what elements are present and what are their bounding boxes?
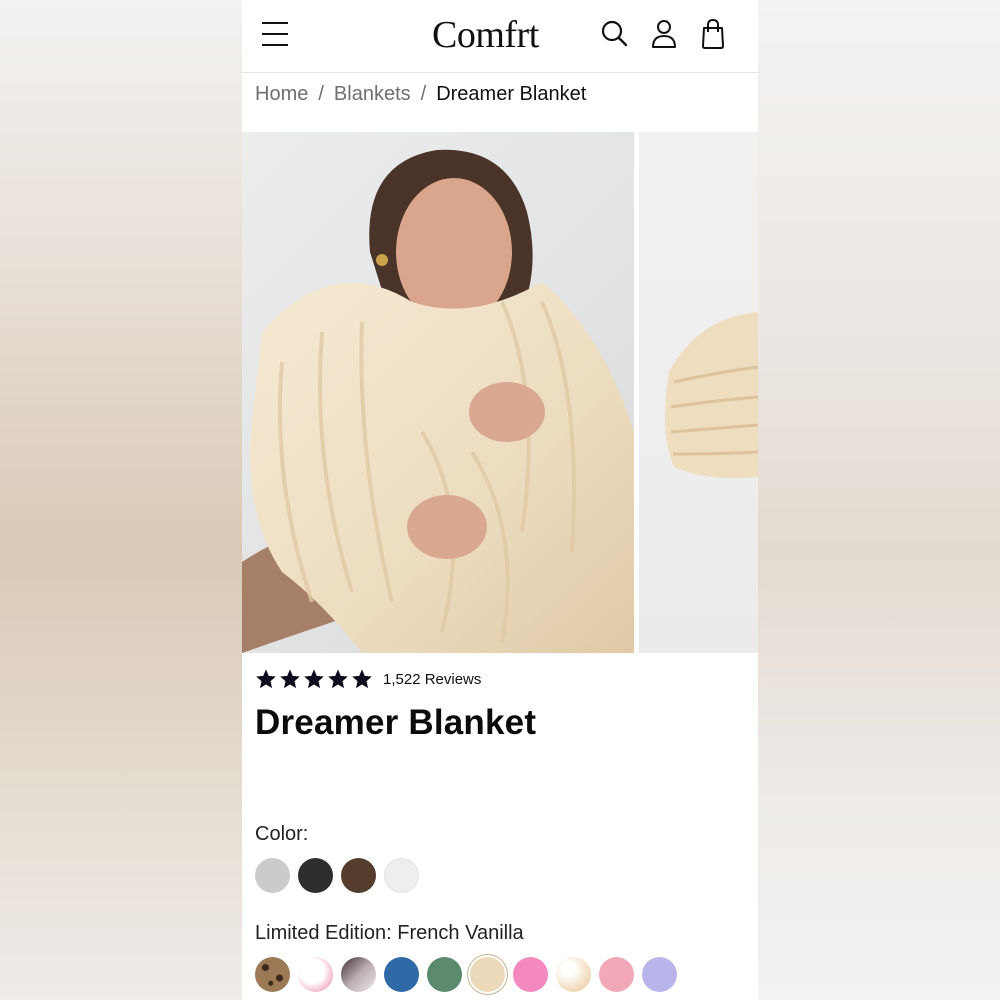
star-icon xyxy=(280,669,300,689)
star-icon xyxy=(256,669,276,689)
limited-edition-label: Limited Edition: French Vanilla xyxy=(255,922,524,944)
color-swatch-list xyxy=(255,858,427,893)
product-image-gallery[interactable] xyxy=(242,132,758,653)
limited-swatch-sage[interactable] xyxy=(427,957,462,992)
star-rating xyxy=(255,668,373,690)
breadcrumb-separator: / xyxy=(318,83,324,105)
background-blur-left xyxy=(0,0,242,1000)
bag-icon[interactable] xyxy=(698,18,728,50)
limited-swatch-smoke[interactable] xyxy=(341,957,376,992)
brand-logo[interactable]: Comfrt xyxy=(432,13,539,57)
limited-swatch-leopard[interactable] xyxy=(255,957,290,992)
product-rating[interactable]: 1,522 Reviews xyxy=(255,668,481,690)
breadcrumb-separator: / xyxy=(420,83,427,105)
site-header: Comfrt xyxy=(242,0,758,73)
star-icon xyxy=(304,669,324,689)
product-image-folded[interactable] xyxy=(639,132,758,653)
breadcrumb-home[interactable]: Home xyxy=(255,83,308,105)
search-icon[interactable] xyxy=(600,18,630,50)
color-label: Color: xyxy=(255,823,309,845)
color-swatch-white[interactable] xyxy=(384,858,419,893)
breadcrumb: Home / Blankets / Dreamer Blanket xyxy=(255,83,586,106)
product-image-model[interactable] xyxy=(242,132,634,653)
menu-icon[interactable] xyxy=(262,22,288,46)
product-page: Comfrt Home / Blankets / Dreamer Blanket xyxy=(242,0,758,1000)
background-blur-right xyxy=(758,0,1000,1000)
limited-swatch-french-vanilla[interactable] xyxy=(470,957,505,992)
limited-swatch-cream-swirl[interactable] xyxy=(556,957,591,992)
limited-swatch-pink-white[interactable] xyxy=(298,957,333,992)
color-swatch-charcoal[interactable] xyxy=(298,858,333,893)
reviews-link[interactable]: 1,522 Reviews xyxy=(383,671,481,688)
limited-swatch-blue[interactable] xyxy=(384,957,419,992)
star-icon xyxy=(328,669,348,689)
product-title: Dreamer Blanket xyxy=(255,703,537,742)
color-swatch-grey[interactable] xyxy=(255,858,290,893)
limited-swatch-lavender[interactable] xyxy=(642,957,677,992)
limited-swatch-light-pink[interactable] xyxy=(599,957,634,992)
limited-edition-swatch-list xyxy=(255,957,685,992)
account-icon[interactable] xyxy=(649,18,679,50)
star-icon xyxy=(352,669,372,689)
breadcrumb-blankets[interactable]: Blankets xyxy=(334,83,411,105)
limited-swatch-hot-pink[interactable] xyxy=(513,957,548,992)
breadcrumb-current: Dreamer Blanket xyxy=(436,83,587,105)
color-swatch-brown[interactable] xyxy=(341,858,376,893)
